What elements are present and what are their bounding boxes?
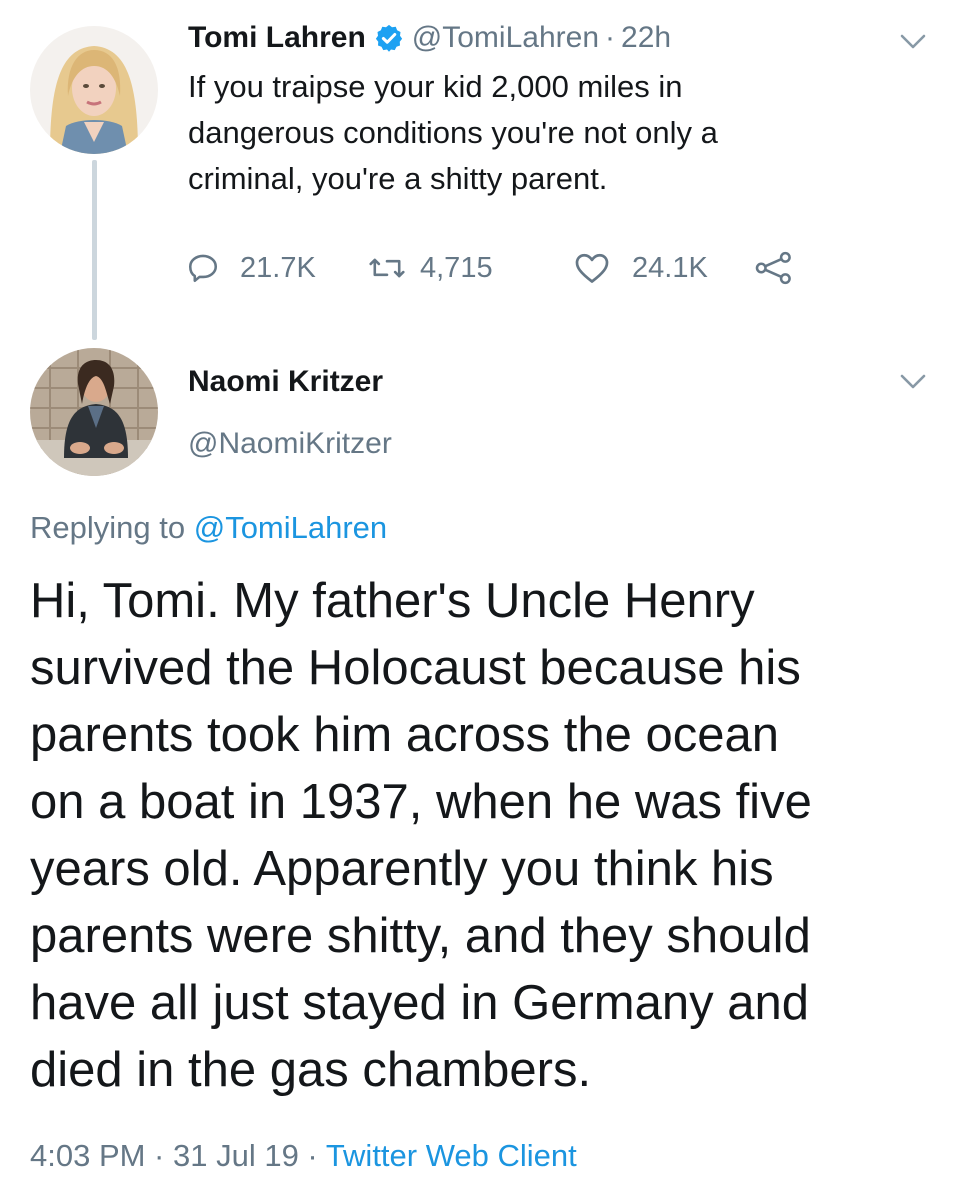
- tweet-text-line: criminal, you're a shitty parent.: [188, 161, 608, 196]
- timestamp[interactable]: 4:03 PM · 31 Jul 19 ·: [30, 1138, 318, 1173]
- client-link[interactable]: Twitter Web Client: [326, 1138, 577, 1173]
- verified-badge-icon: [374, 23, 404, 53]
- retweet-button[interactable]: 4,715: [368, 251, 528, 285]
- retweet-count: 4,715: [420, 251, 493, 284]
- tweet-action-bar: 21.7K 4,715 24.1K: [186, 248, 794, 288]
- thread-connector-line: [92, 160, 97, 340]
- author-handle[interactable]: @TomiLahren: [412, 18, 599, 58]
- reply-text-line: survived the Holocaust because his: [30, 641, 801, 695]
- replying-to-mention[interactable]: @TomiLahren: [194, 510, 387, 545]
- tweet-text-line: If you traipse your kid 2,000 miles in: [188, 69, 683, 104]
- reply-author-handle[interactable]: @NaomiKritzer: [188, 424, 392, 464]
- tomi-avatar[interactable]: [30, 26, 158, 154]
- separator-dot: ·: [605, 21, 616, 54]
- tweet-meta: 4:03 PM · 31 Jul 19 · Twitter Web Client: [30, 1134, 577, 1178]
- reply-text-line: have all just stayed in Germany and: [30, 976, 809, 1030]
- like-button[interactable]: 24.1K: [574, 251, 744, 285]
- reply-text-line: parents took him across the ocean: [30, 708, 780, 762]
- share-button[interactable]: [754, 251, 794, 285]
- reply-text: Hi, Tomi. My father's Uncle Henry surviv…: [30, 568, 940, 1104]
- reply-text-line: years old. Apparently you think his: [30, 842, 774, 896]
- tweet-text: If you traipse your kid 2,000 miles in d…: [188, 64, 888, 202]
- chevron-down-icon[interactable]: [900, 34, 926, 50]
- like-icon: [574, 251, 610, 285]
- like-count: 24.1K: [632, 251, 708, 284]
- share-icon: [754, 251, 794, 285]
- reply-author-name[interactable]: Naomi Kritzer: [188, 362, 383, 402]
- chevron-down-icon[interactable]: [900, 374, 926, 390]
- reply-button[interactable]: 21.7K: [186, 251, 360, 285]
- author-name[interactable]: Tomi Lahren: [188, 18, 366, 58]
- replying-to-label: Replying to: [30, 510, 186, 545]
- naomi-avatar[interactable]: [30, 348, 158, 476]
- tweet-header: Tomi Lahren @TomiLahren · 22h: [188, 18, 671, 58]
- tweet-time[interactable]: 22h: [621, 18, 671, 58]
- retweet-icon: [368, 251, 406, 285]
- reply-count: 21.7K: [240, 251, 316, 284]
- replying-to: Replying to @TomiLahren: [30, 506, 387, 550]
- tweet-text-line: dangerous conditions you're not only a: [188, 115, 718, 150]
- reply-text-line: on a boat in 1937, when he was five: [30, 775, 812, 829]
- reply-text-line: Hi, Tomi. My father's Uncle Henry: [30, 574, 755, 628]
- reply-text-line: died in the gas chambers.: [30, 1043, 592, 1097]
- reply-text-line: parents were shitty, and they should: [30, 909, 811, 963]
- reply-icon: [186, 251, 220, 285]
